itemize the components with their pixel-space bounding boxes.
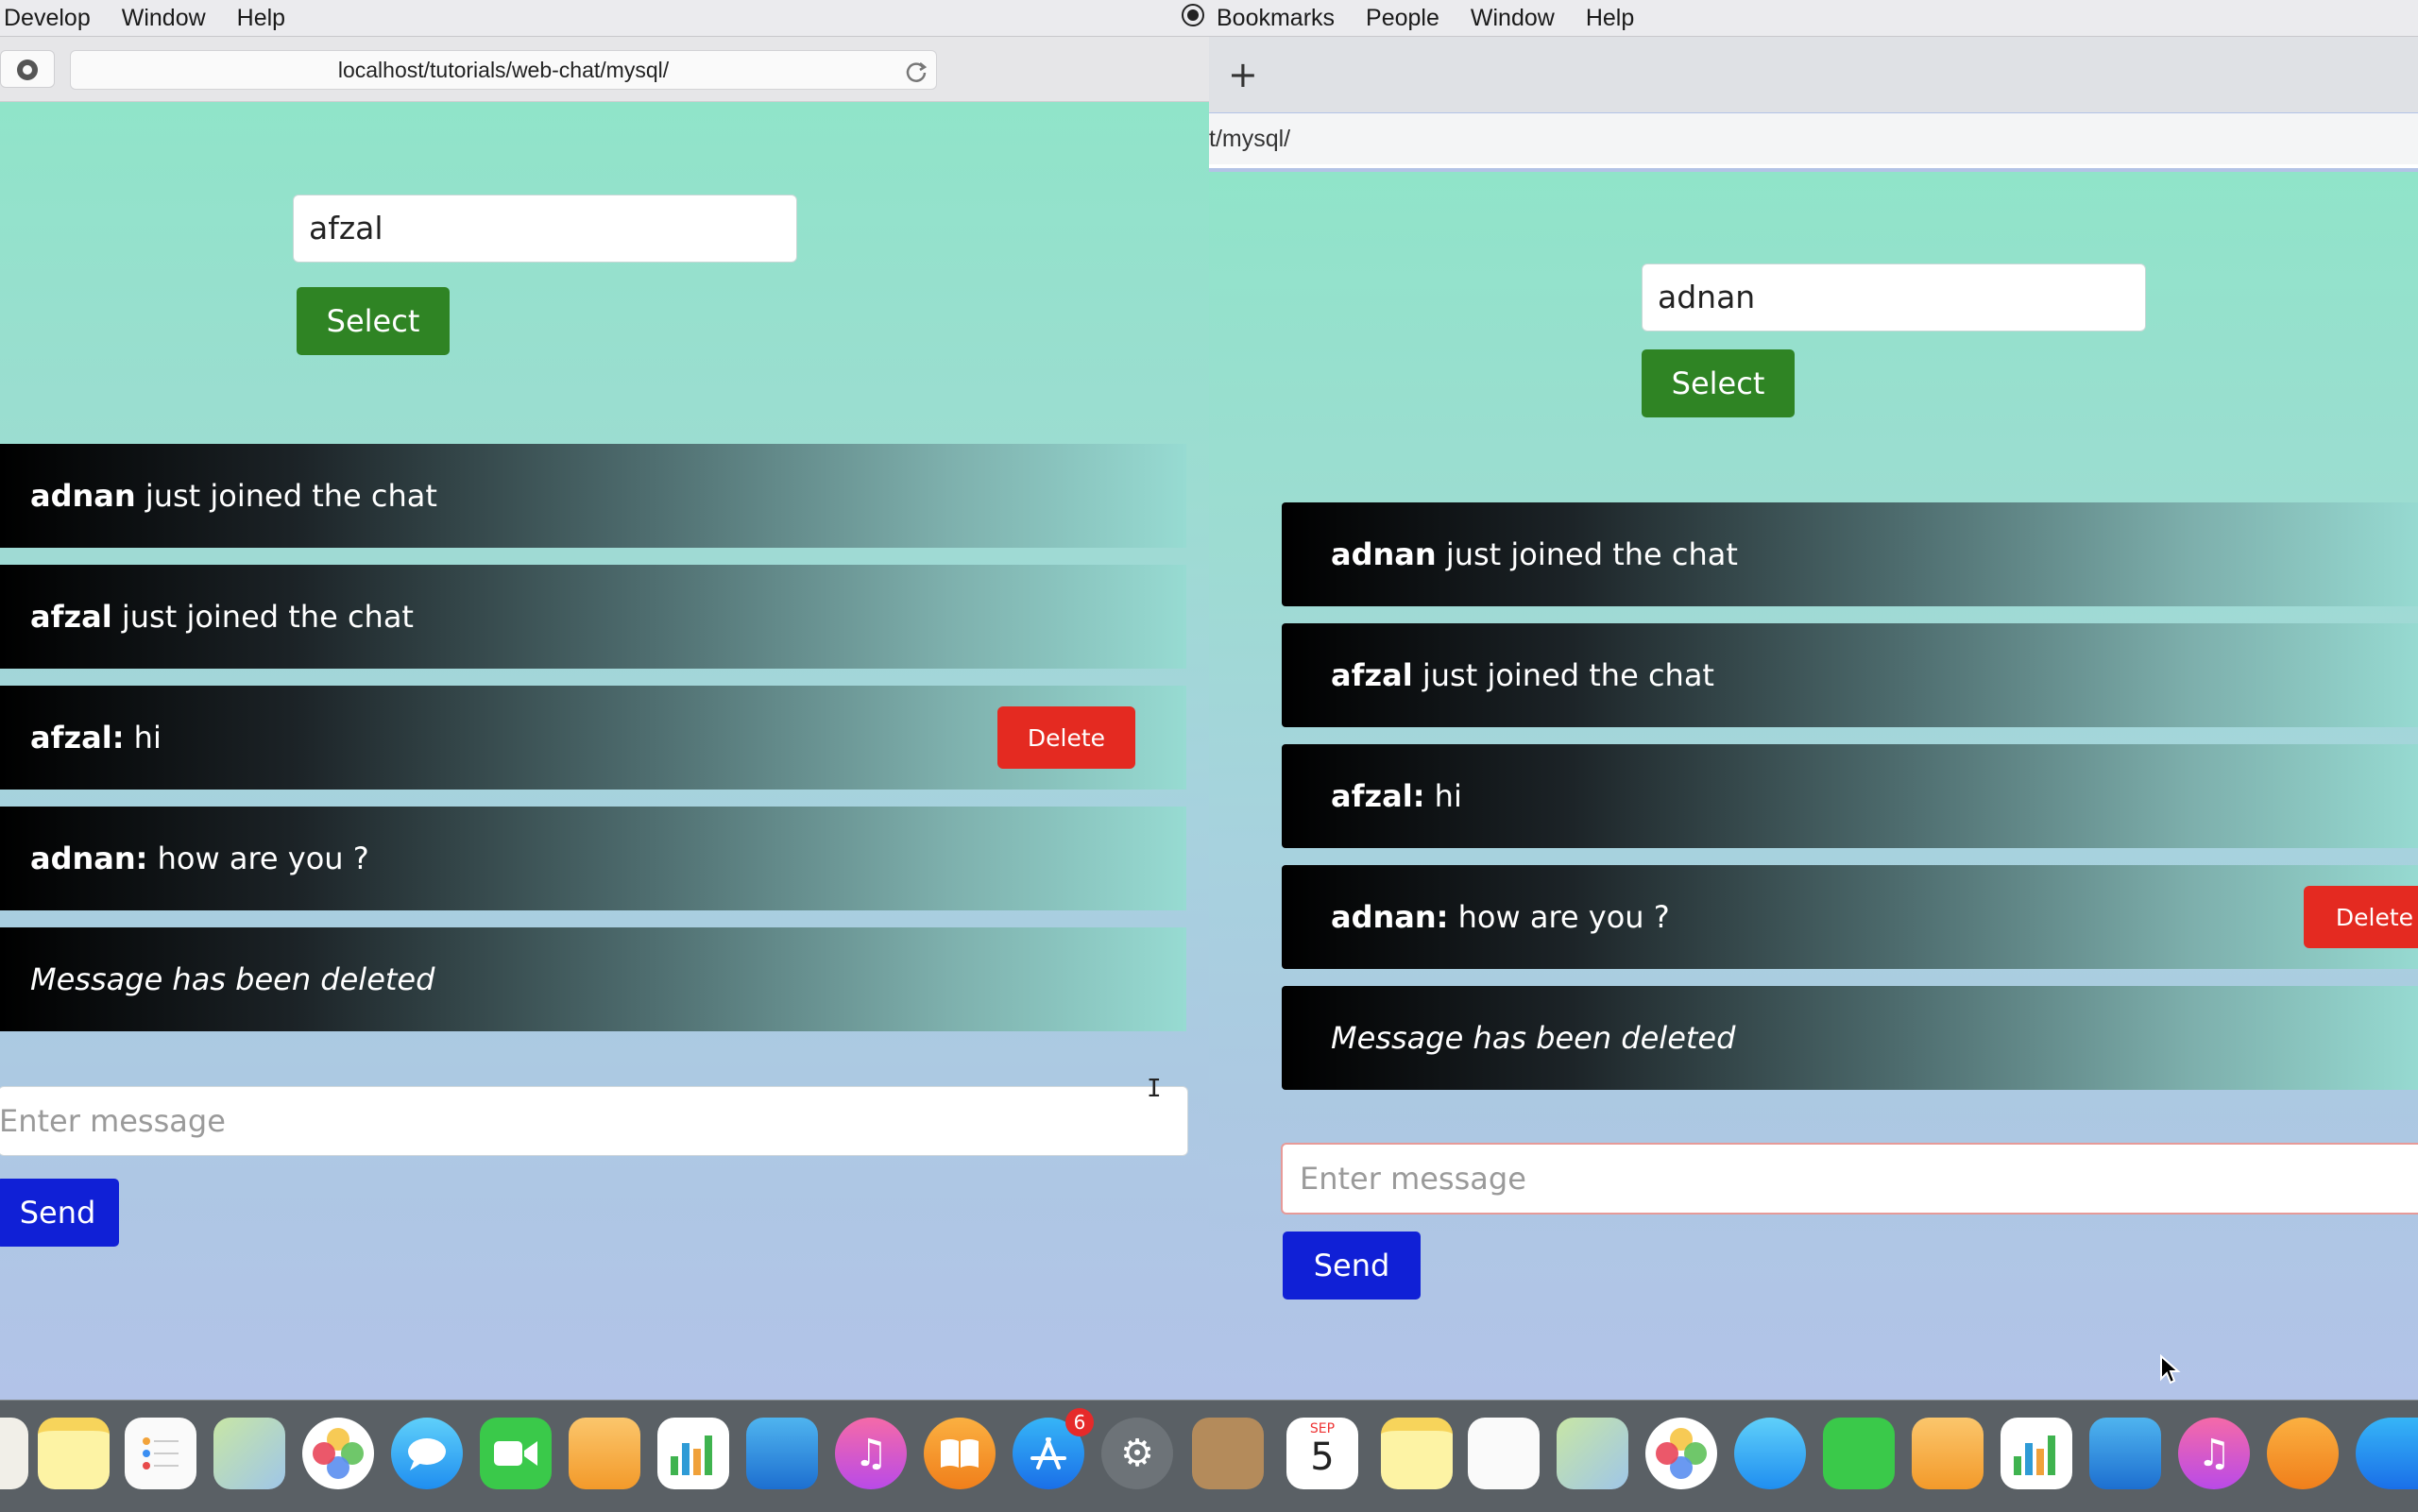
right-menubar: Bookmarks People Window Help — [1182, 0, 2418, 37]
message-text: Message has been deleted — [1331, 1020, 1736, 1056]
send-button[interactable]: Send — [1283, 1232, 1421, 1300]
chat-message-deleted: Message has been deleted — [0, 927, 1186, 1031]
pages-icon[interactable] — [569, 1418, 640, 1489]
chat-message: afzal: hi — [1282, 744, 2418, 848]
username-input[interactable]: adnan — [1642, 263, 2146, 331]
reminders-icon[interactable] — [1468, 1418, 1540, 1489]
chat-message: afzal just joined the chat — [0, 565, 1186, 669]
chat-message-deleted: Message has been deleted — [1282, 986, 2418, 1090]
reload-icon[interactable] — [902, 58, 930, 86]
new-tab-button[interactable]: + — [1228, 56, 1258, 93]
text-cursor-icon: I — [1147, 1075, 1162, 1103]
message-text: how are you ? — [147, 841, 369, 876]
calendar-month: SEP — [1309, 1421, 1336, 1436]
left-toolbar: localhost/tutorials/web-chat/mysql/ — [0, 37, 1209, 102]
message-text: hi — [124, 720, 162, 756]
message-placeholder: Enter message — [0, 1103, 226, 1139]
right-address-bar[interactable]: t/mysql/ — [1209, 113, 2418, 168]
message-user: afzal — [1331, 657, 1413, 693]
message-user: afzal: — [1331, 778, 1425, 814]
app-store-icon[interactable]: 6 — [1013, 1408, 1094, 1489]
maps-icon[interactable] — [213, 1418, 285, 1489]
send-button[interactable]: Send — [0, 1179, 119, 1247]
app-store-badge: 6 — [1065, 1408, 1094, 1436]
message-text: just joined the chat — [135, 478, 437, 514]
message-text: how are you ? — [1448, 899, 1670, 935]
message-user: adnan — [1331, 536, 1437, 572]
chat-message: afzal just joined the chat — [1282, 623, 2418, 727]
left-menubar: Develop Window Help — [0, 0, 1213, 37]
username-input[interactable]: afzal — [293, 195, 797, 263]
delete-button[interactable]: Delete — [997, 706, 1135, 769]
ibooks-icon[interactable] — [2267, 1418, 2339, 1489]
mouse-pointer-icon — [2159, 1353, 2182, 1390]
address-bar-url: localhost/tutorials/web-chat/mysql/ — [337, 57, 670, 82]
photos-icon[interactable] — [1645, 1418, 1717, 1489]
messages-icon[interactable] — [1734, 1418, 1806, 1489]
numbers-icon[interactable] — [2001, 1418, 2072, 1489]
ibooks-icon[interactable] — [924, 1418, 996, 1489]
chat-message: adnan: how are you ? Delete — [1282, 865, 2418, 969]
itunes-icon[interactable]: ♫ — [835, 1418, 907, 1489]
message-text: Message has been deleted — [30, 961, 435, 997]
message-input[interactable]: Enter message — [1281, 1143, 2418, 1215]
messages-icon[interactable] — [391, 1418, 463, 1489]
system-preferences-icon[interactable]: ⚙ — [1101, 1418, 1173, 1489]
delete-button[interactable]: Delete — [2304, 886, 2418, 948]
photos-icon[interactable] — [302, 1418, 374, 1489]
menu-develop[interactable]: Develop — [4, 5, 91, 32]
address-bar-url: t/mysql/ — [1209, 125, 1291, 152]
right-page: adnan Select adnan just joined the chat … — [1209, 172, 2418, 1400]
pages-icon[interactable] — [1912, 1418, 1984, 1489]
facetime-icon[interactable] — [480, 1418, 552, 1489]
facetime-icon[interactable] — [1823, 1418, 1895, 1489]
chat-message: afzal: hi Delete — [0, 686, 1186, 790]
menu-help[interactable]: Help — [237, 5, 285, 32]
address-bar[interactable]: localhost/tutorials/web-chat/mysql/ — [70, 50, 937, 90]
reminders-icon[interactable] — [125, 1418, 196, 1489]
menu-window[interactable]: Window — [122, 5, 206, 32]
menu-help[interactable]: Help — [1586, 5, 1634, 32]
dock: ♫ 6 ⚙ SEP 5 ♫ — [0, 1400, 2418, 1512]
itunes-icon[interactable]: ♫ — [2178, 1418, 2250, 1489]
message-user: afzal — [30, 599, 112, 635]
contacts-icon[interactable] — [0, 1418, 28, 1489]
message-input[interactable]: Enter message — [0, 1086, 1188, 1156]
menu-bookmarks[interactable]: Bookmarks — [1217, 5, 1335, 32]
message-text: just joined the chat — [1436, 536, 1738, 572]
shield-icon — [17, 59, 38, 80]
calendar-icon[interactable]: SEP 5 — [1286, 1418, 1358, 1489]
keynote-icon[interactable] — [746, 1418, 818, 1489]
app-store-icon[interactable] — [2356, 1418, 2418, 1489]
chat-message: adnan: how are you ? — [0, 807, 1186, 910]
message-user: adnan: — [1331, 899, 1449, 935]
menu-window[interactable]: Window — [1471, 5, 1555, 32]
message-text: hi — [1424, 778, 1462, 814]
select-button[interactable]: Select — [297, 287, 450, 355]
numbers-icon[interactable] — [657, 1418, 729, 1489]
maps-icon[interactable] — [1557, 1418, 1628, 1489]
right-tabstrip: + — [1209, 37, 2418, 112]
left-page: afzal Select adnan just joined the chat … — [0, 102, 1209, 1400]
chat-message: adnan just joined the chat — [1282, 502, 2418, 606]
notes-icon[interactable] — [38, 1418, 110, 1489]
calendar-day: 5 — [1310, 1436, 1335, 1479]
message-text: just joined the chat — [111, 599, 414, 635]
message-user: afzal: — [30, 720, 125, 756]
notes-icon[interactable] — [1381, 1418, 1453, 1489]
select-button[interactable]: Select — [1642, 349, 1795, 417]
chat-message: adnan just joined the chat — [0, 444, 1186, 548]
privacy-shield-button[interactable] — [0, 50, 55, 88]
menu-people[interactable]: People — [1366, 5, 1439, 32]
contacts-book-icon[interactable] — [1192, 1418, 1264, 1489]
keynote-icon[interactable] — [2089, 1418, 2161, 1489]
record-icon — [1181, 3, 1205, 34]
message-user: adnan — [30, 478, 136, 514]
message-user: adnan: — [30, 841, 148, 876]
message-placeholder: Enter message — [1300, 1161, 1526, 1197]
message-text: just joined the chat — [1412, 657, 1714, 693]
